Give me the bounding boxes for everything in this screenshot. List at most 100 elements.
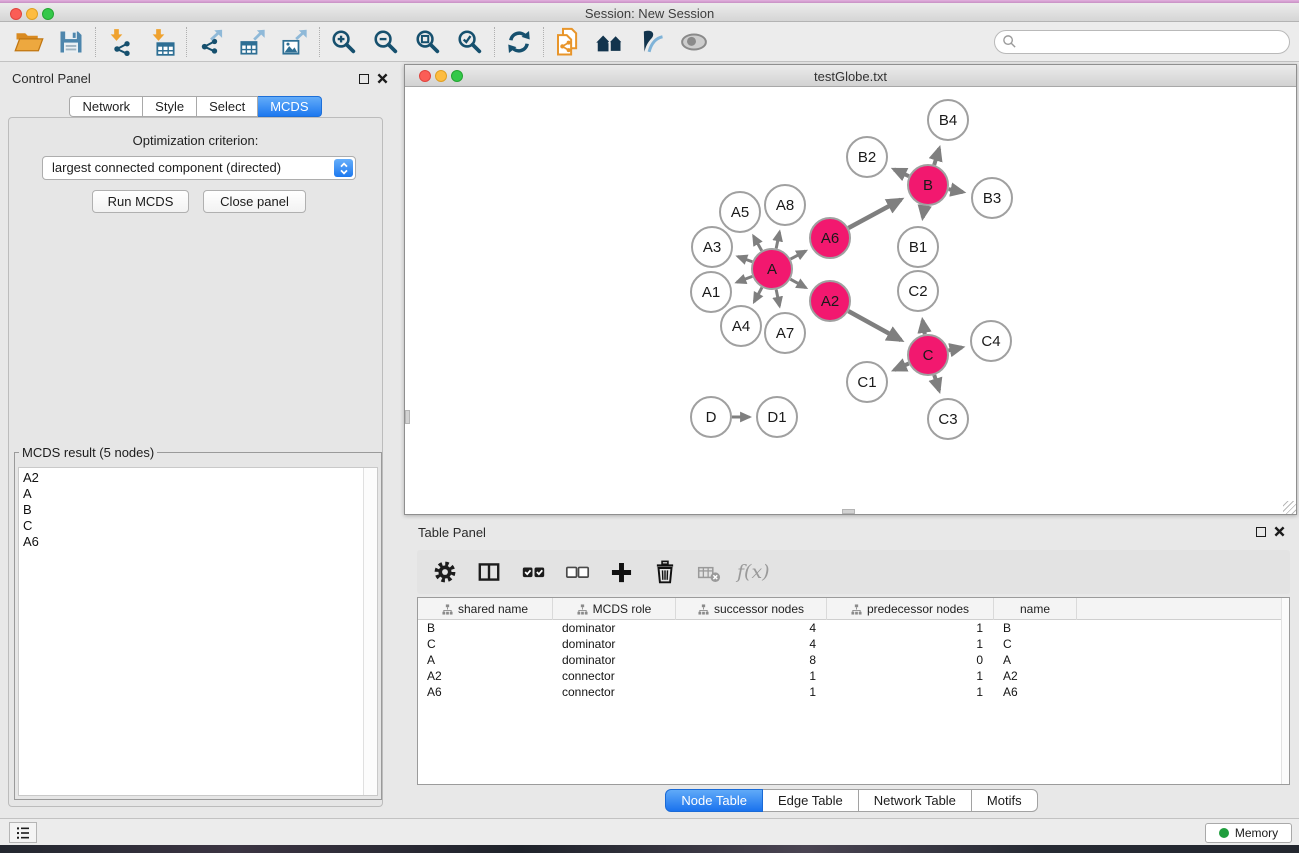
edge-A-A7[interactable] — [776, 290, 779, 306]
table-options-icon[interactable] — [427, 554, 463, 590]
graph-node-D[interactable]: D — [691, 397, 731, 437]
table-cell[interactable]: dominator — [553, 636, 676, 652]
table-cell[interactable]: A — [994, 652, 1077, 668]
edge-A-A5[interactable] — [754, 236, 762, 251]
select-all-rows-icon[interactable] — [515, 554, 551, 590]
table-cell[interactable]: connector — [553, 668, 676, 684]
delete-columns-icon[interactable] — [647, 554, 683, 590]
mcds-result-item[interactable]: A — [23, 486, 377, 502]
table-cell[interactable]: dominator — [553, 652, 676, 668]
column-header-name[interactable]: name — [994, 598, 1077, 620]
table-cell[interactable]: C — [994, 636, 1077, 652]
zoom-fit-icon[interactable] — [407, 23, 449, 61]
edge-A-A2[interactable] — [790, 279, 805, 288]
tab-mcds[interactable]: MCDS — [258, 96, 321, 117]
show-graphics-details-icon[interactable] — [631, 23, 673, 61]
table-cell[interactable]: A2 — [418, 668, 553, 684]
export-network-icon[interactable] — [190, 23, 232, 61]
node-table-scrollbar[interactable] — [1281, 598, 1289, 784]
network-window-titlebar[interactable]: testGlobe.txt — [405, 65, 1296, 87]
graph-node-C1[interactable]: C1 — [847, 362, 887, 402]
graph-node-B2[interactable]: B2 — [847, 137, 887, 177]
mcds-result-item[interactable]: A6 — [23, 534, 377, 550]
table-cell[interactable]: B — [418, 620, 553, 636]
graph-node-A[interactable]: A — [752, 249, 792, 289]
edge-A-A1[interactable] — [737, 276, 753, 282]
column-header-shared-name[interactable]: shared name — [418, 598, 553, 620]
save-session-icon[interactable] — [50, 23, 92, 61]
tab-motifs[interactable]: Motifs — [972, 789, 1038, 812]
table-row[interactable]: Cdominator41C — [418, 636, 1281, 652]
table-cell[interactable]: A2 — [994, 668, 1077, 684]
graph-node-A7[interactable]: A7 — [765, 313, 805, 353]
graph-node-A6[interactable]: A6 — [810, 218, 850, 258]
float-panel-icon[interactable] — [1256, 527, 1266, 537]
import-table-icon[interactable] — [141, 23, 183, 61]
criterion-dropdown[interactable]: largest connected component (directed) — [42, 156, 356, 180]
zoom-out-icon[interactable] — [365, 23, 407, 61]
table-cell[interactable]: 8 — [676, 652, 827, 668]
network-canvas[interactable]: AA1A2A3A4A5A6A7A8BB1B2B3B4CC1C2C3C4DD1 — [405, 87, 1296, 514]
tab-select[interactable]: Select — [197, 96, 258, 117]
task-history-button[interactable] — [9, 822, 37, 843]
network-hscroll-thumb[interactable] — [842, 509, 855, 514]
column-header-MCDS-role[interactable]: MCDS role — [553, 598, 676, 620]
close-panel-icon[interactable] — [1274, 526, 1285, 537]
edge-B-B4[interactable] — [934, 148, 939, 164]
table-cell[interactable]: 1 — [827, 668, 994, 684]
edge-A-A8[interactable] — [776, 232, 779, 248]
graph-node-C4[interactable]: C4 — [971, 321, 1011, 361]
column-header-predecessor-nodes[interactable]: predecessor nodes — [827, 598, 994, 620]
edge-B-B3[interactable] — [949, 189, 963, 192]
add-column-icon[interactable] — [603, 554, 639, 590]
table-cell[interactable]: dominator — [553, 620, 676, 636]
edge-A2-C[interactable] — [848, 311, 901, 340]
close-panel-button[interactable]: Close panel — [203, 190, 306, 213]
tab-style[interactable]: Style — [143, 96, 197, 117]
tab-node-table[interactable]: Node Table — [665, 789, 763, 812]
table-row[interactable]: A2connector11A2 — [418, 668, 1281, 684]
clone-network-icon[interactable] — [547, 23, 589, 61]
tab-network[interactable]: Network — [69, 96, 143, 117]
tab-edge-table[interactable]: Edge Table — [763, 789, 859, 812]
edge-C-C3[interactable] — [934, 375, 939, 391]
mcds-result-item[interactable]: C — [23, 518, 377, 534]
birds-eye-view-icon[interactable] — [673, 23, 715, 61]
graph-node-B4[interactable]: B4 — [928, 100, 968, 140]
memory-button[interactable]: Memory — [1205, 823, 1292, 843]
table-cell[interactable]: 1 — [676, 684, 827, 700]
mcds-list-scrollbar[interactable] — [363, 468, 377, 795]
table-cell[interactable]: C — [418, 636, 553, 652]
reset-network-views-icon[interactable] — [589, 23, 631, 61]
table-row[interactable]: Bdominator41B — [418, 620, 1281, 636]
graph-node-A8[interactable]: A8 — [765, 185, 805, 225]
table-cell[interactable]: 1 — [827, 636, 994, 652]
close-panel-icon[interactable] — [377, 73, 388, 84]
export-image-icon[interactable] — [274, 23, 316, 61]
edge-A-A6[interactable] — [791, 251, 806, 259]
float-panel-icon[interactable] — [359, 74, 369, 84]
table-row[interactable]: Adominator80A — [418, 652, 1281, 668]
table-cell[interactable]: 0 — [827, 652, 994, 668]
edge-C-C1[interactable] — [894, 363, 909, 369]
deselect-all-rows-icon[interactable] — [559, 554, 595, 590]
tab-network-table[interactable]: Network Table — [859, 789, 972, 812]
table-cell[interactable]: A6 — [994, 684, 1077, 700]
edge-C-C4[interactable] — [948, 347, 961, 350]
table-cell[interactable]: 1 — [827, 684, 994, 700]
window-resize-grip[interactable] — [1283, 501, 1296, 514]
apply-function-icon[interactable]: f(x) — [737, 561, 770, 583]
zoom-selected-icon[interactable] — [449, 23, 491, 61]
table-cell[interactable]: 1 — [827, 620, 994, 636]
open-session-icon[interactable] — [8, 23, 50, 61]
graph-node-B1[interactable]: B1 — [898, 227, 938, 267]
table-cell[interactable]: B — [994, 620, 1077, 636]
network-vscroll-thumb[interactable] — [405, 410, 410, 424]
edge-A6-B[interactable] — [848, 200, 900, 228]
edge-B-B1[interactable] — [923, 206, 925, 218]
column-header-successor-nodes[interactable]: successor nodes — [676, 598, 827, 620]
delete-table-icon[interactable] — [691, 554, 727, 590]
graph-node-A1[interactable]: A1 — [691, 272, 731, 312]
graph-node-B[interactable]: B — [908, 165, 948, 205]
refresh-icon[interactable] — [498, 23, 540, 61]
